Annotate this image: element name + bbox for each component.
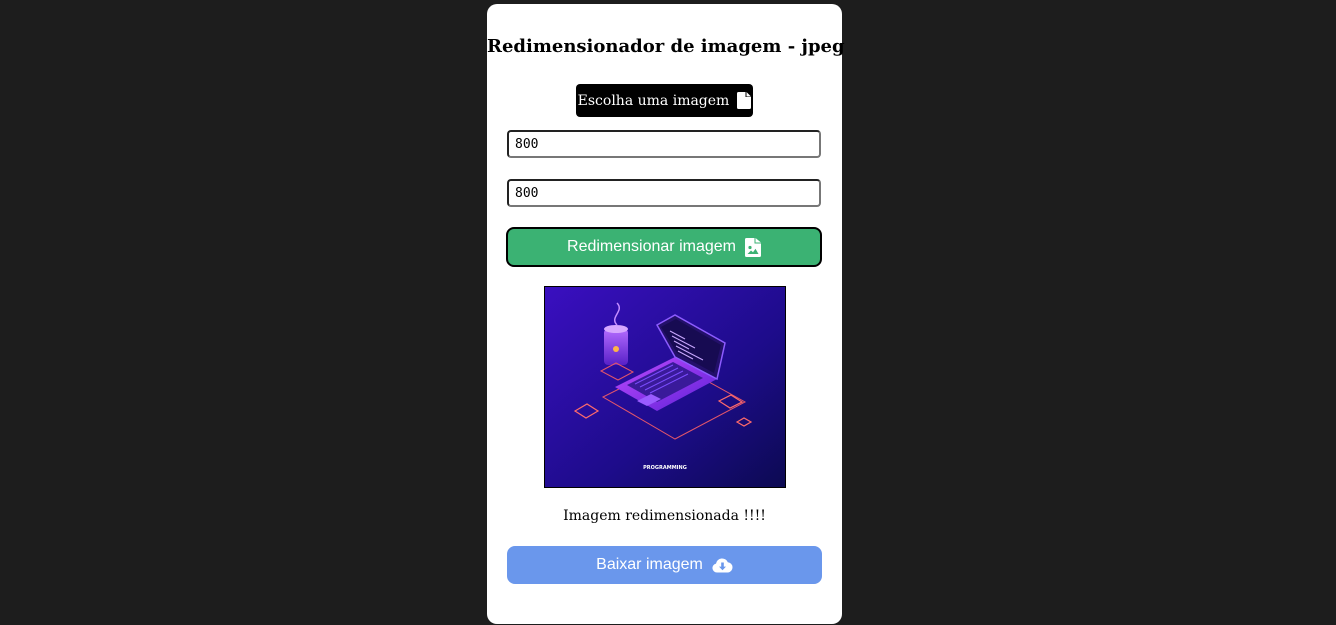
page-title: Redimensionador de imagem - jpeg	[487, 36, 845, 57]
height-input[interactable]	[507, 179, 821, 207]
resize-image-button[interactable]: Redimensionar imagem	[506, 227, 822, 267]
download-image-label: Baixar imagem	[596, 556, 703, 573]
file-icon	[737, 92, 752, 109]
width-input[interactable]	[507, 130, 821, 158]
file-image-icon	[744, 237, 761, 257]
preview-caption: PROGRAMMING	[643, 465, 687, 471]
choose-image-label: Escolha uma imagem	[577, 92, 730, 109]
image-preview: PROGRAMMING	[544, 286, 786, 488]
download-image-button[interactable]: Baixar imagem	[507, 546, 822, 584]
status-message: Imagem redimensionada !!!!	[563, 508, 766, 524]
resize-image-label: Redimensionar imagem	[567, 238, 736, 255]
cloud-download-icon	[712, 557, 733, 573]
resizer-card: Redimensionador de imagem - jpeg Escolha…	[487, 4, 845, 624]
choose-image-button[interactable]: Escolha uma imagem	[576, 84, 753, 117]
